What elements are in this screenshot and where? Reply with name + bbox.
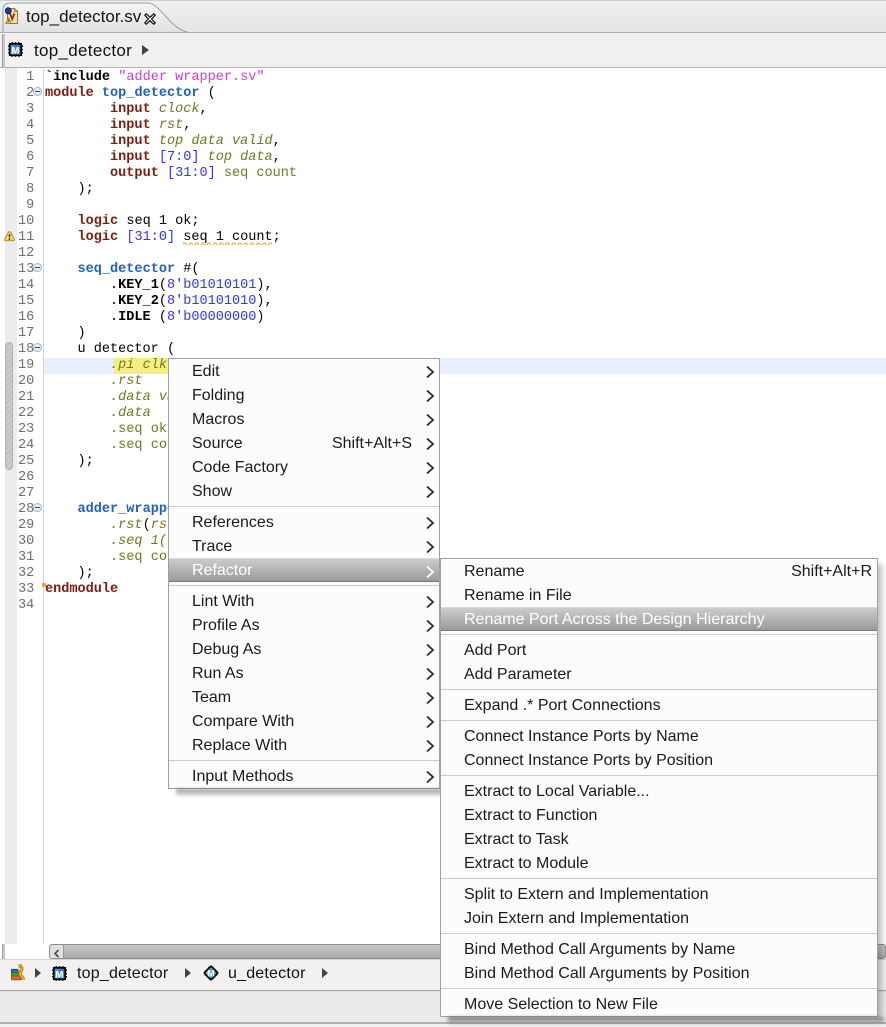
svg-text:M: M [56,969,64,980]
svg-text:M: M [12,45,20,56]
svg-text:M: M [207,969,215,979]
